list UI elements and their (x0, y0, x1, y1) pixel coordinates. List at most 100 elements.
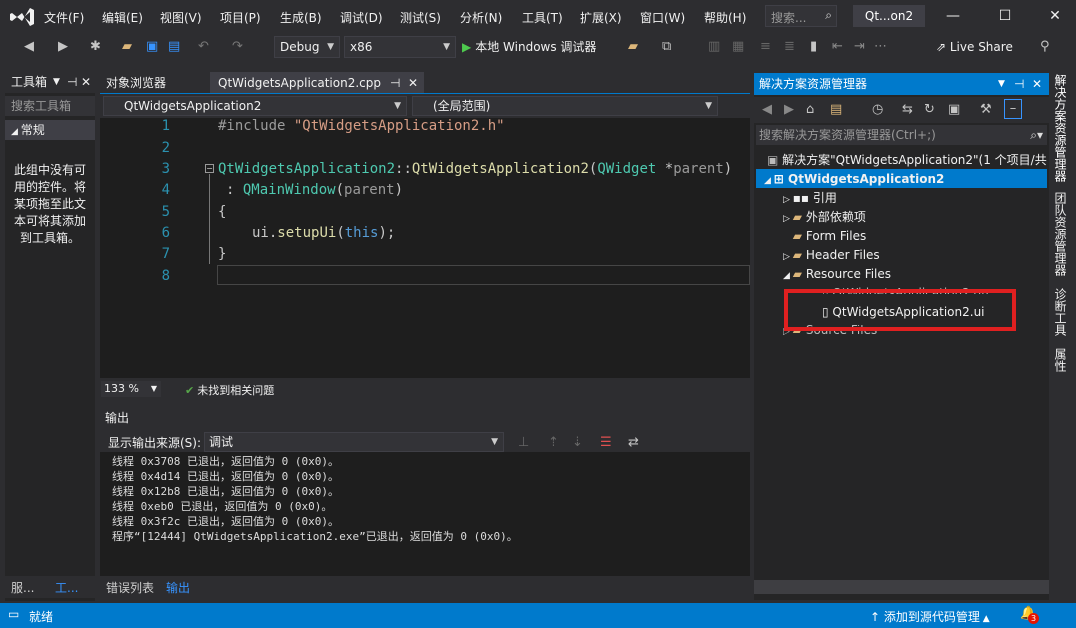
tree-solution[interactable]: ▣ 解决方案"QtWidgetsApplication2"(1 个项目/共 (767, 151, 1047, 169)
pin-icon[interactable]: ⊣ (390, 72, 400, 94)
project-nav-dropdown[interactable]: QtWidgetsApplication2 ▼ (103, 96, 407, 116)
close-icon[interactable]: ✕ (81, 71, 91, 93)
tree-header-files[interactable]: ▷ ▰ Header Files (783, 246, 880, 264)
uncomment-icon[interactable]: ≣ (784, 38, 795, 56)
new-project-icon[interactable]: ✱ (90, 38, 101, 56)
comment-icon[interactable]: ≡ (760, 38, 771, 56)
zoom-dropdown[interactable]: 133 % ▼ (101, 381, 161, 397)
output-source-dropdown[interactable]: 调试 ▼ (204, 432, 504, 452)
solution-search-input[interactable]: 搜索解决方案资源管理器(Ctrl+;) ⌕▾ (756, 125, 1047, 145)
find-message-icon[interactable]: ⊥ (518, 434, 529, 452)
refresh-icon[interactable]: ↻ (924, 101, 935, 119)
pin-icon[interactable]: ⊣ (67, 71, 77, 93)
issues-indicator[interactable]: ✔ 未找到相关问题 (185, 382, 274, 398)
minimize-button[interactable]: — (938, 5, 968, 27)
toolbox-search-input[interactable]: 搜索工具箱 (5, 96, 95, 116)
menu-extensions[interactable]: 扩展(X) (580, 9, 622, 26)
close-icon[interactable]: ✕ (1032, 73, 1042, 95)
toolbox-group-general[interactable]: ◢ 常规 (5, 120, 95, 140)
home-icon[interactable]: ⌂ (806, 101, 814, 119)
menu-view[interactable]: 视图(V) (160, 9, 202, 26)
side-tab-team-explorer[interactable]: 团队资源管理器 (1052, 192, 1069, 276)
add-to-source-control-button[interactable]: ↑ 添加到源代码管理 ▲ (870, 608, 990, 625)
word-wrap-icon[interactable]: ⇄ (628, 434, 639, 452)
tree-references[interactable]: ▷ ▪▪ 引用 (783, 189, 837, 207)
save-all-icon[interactable]: ▤ (168, 38, 180, 56)
redo-icon[interactable]: ↷ (232, 38, 243, 56)
next-message-icon[interactable]: ⇣ (572, 434, 583, 452)
chevron-down-icon[interactable]: ▼ (53, 71, 60, 93)
platform-dropdown[interactable]: x86 ▼ (344, 36, 456, 58)
properties-icon[interactable]: ⚒ (980, 101, 992, 119)
live-share-button[interactable]: ⇗ Live Share (936, 40, 1013, 54)
more-icon[interactable]: ⋯ (874, 38, 887, 56)
horizontal-scrollbar[interactable] (754, 580, 1049, 594)
tree-form-files[interactable]: ▷ ▰ Form Files (783, 227, 866, 245)
line-number: 8 (161, 268, 170, 284)
menu-help[interactable]: 帮助(H) (704, 9, 746, 26)
menu-file[interactable]: 文件(F) (44, 9, 84, 26)
open-folder-icon[interactable]: ▰ (122, 38, 132, 56)
back-icon[interactable]: ◀ (24, 38, 34, 56)
code-editor[interactable] (100, 118, 750, 378)
tree-external-deps[interactable]: ▷ ▰ 外部依赖项 (783, 208, 866, 226)
maximize-button[interactable]: ☐ (990, 5, 1020, 27)
tab-server-explorer[interactable]: 服... (11, 579, 34, 596)
browser-icon[interactable]: ⧉ (662, 38, 671, 56)
menu-tools[interactable]: 工具(T) (522, 9, 563, 26)
menu-build[interactable]: 生成(B) (280, 9, 322, 26)
output-line: 线程 0x3708 已退出，返回值为 0 (0x0)。 (112, 455, 339, 468)
chevron-down-icon[interactable]: ▼ (998, 73, 1005, 95)
clear-all-icon[interactable]: ☰ (600, 434, 612, 452)
switch-views-icon[interactable]: ▤ (830, 101, 842, 119)
menu-window[interactable]: 窗口(W) (640, 9, 685, 26)
preview-icon[interactable]: – (1004, 99, 1022, 119)
code-token: QWidget (597, 161, 657, 177)
output-source-label: 显示输出来源(S): (108, 436, 202, 450)
back-icon[interactable]: ◀ (762, 101, 772, 119)
layout-icon[interactable]: ▥ (708, 38, 720, 56)
menu-debug[interactable]: 调试(D) (340, 9, 383, 26)
feedback-icon[interactable]: ⚲ (1040, 38, 1050, 56)
save-icon[interactable]: ▣ (146, 38, 158, 56)
sync-icon[interactable]: ⇆ (902, 101, 913, 119)
side-tab-properties[interactable]: 属性 (1052, 348, 1069, 372)
scope-nav-dropdown[interactable]: (全局范围) ▼ (412, 96, 718, 116)
collapse-all-icon[interactable]: ▣ (948, 101, 960, 119)
menu-analyze[interactable]: 分析(N) (460, 9, 502, 26)
bookmark-icon[interactable]: ▮ (810, 38, 817, 56)
attach-icon[interactable]: ▰ (628, 38, 638, 56)
prev-bookmark-icon[interactable]: ⇤ (832, 38, 843, 56)
menu-edit[interactable]: 编辑(E) (102, 9, 143, 26)
forward-icon[interactable]: ▶ (58, 38, 68, 56)
config-dropdown[interactable]: Debug ▼ (274, 36, 340, 58)
collapse-icon[interactable]: − (205, 164, 214, 173)
solution-icon: ▣ (767, 153, 783, 167)
tree-project[interactable]: ◢ ⊞ QtWidgetsApplication2 (764, 170, 944, 188)
search-placeholder: 搜索... (771, 11, 807, 25)
next-bookmark-icon[interactable]: ⇥ (854, 38, 865, 56)
pending-changes-icon[interactable]: ◷ (872, 101, 883, 119)
line-number: 3 (161, 161, 170, 177)
align-icon[interactable]: ▦ (732, 38, 744, 56)
pin-icon[interactable]: ⊣ (1014, 73, 1024, 95)
tab-toolbox[interactable]: 工... (55, 579, 78, 596)
run-debugger-button[interactable]: ▶ 本地 Windows 调试器 (462, 38, 596, 55)
notifications-button[interactable]: 🔔 3 (1020, 606, 1039, 624)
menu-project[interactable]: 项目(P) (220, 9, 261, 26)
tab-active-file[interactable]: QtWidgetsApplication2.cpp ⊣ ✕ (210, 72, 424, 94)
side-tab-solution-explorer[interactable]: 解决方案资源管理器 (1052, 74, 1069, 182)
prev-message-icon[interactable]: ⇡ (548, 434, 559, 452)
tree-resource-files[interactable]: ◢ ▰ Resource Files (783, 265, 891, 283)
close-button[interactable]: ✕ (1040, 5, 1070, 27)
undo-icon[interactable]: ↶ (198, 38, 209, 56)
tab-error-list[interactable]: 错误列表 (106, 579, 154, 596)
forward-icon[interactable]: ▶ (784, 101, 794, 119)
close-icon[interactable]: ✕ (408, 72, 418, 94)
menu-test[interactable]: 测试(S) (400, 9, 441, 26)
side-tab-diagnostic-tools[interactable]: 诊断工具 (1052, 288, 1069, 336)
search-input[interactable]: 搜索... ⌕ (765, 5, 837, 27)
tab-object-browser[interactable]: 对象浏览器 (98, 72, 174, 94)
tab-output[interactable]: 输出 (166, 579, 190, 596)
code-line-3: QtWidgetsApplication2::QtWidgetsApplicat… (218, 161, 732, 177)
